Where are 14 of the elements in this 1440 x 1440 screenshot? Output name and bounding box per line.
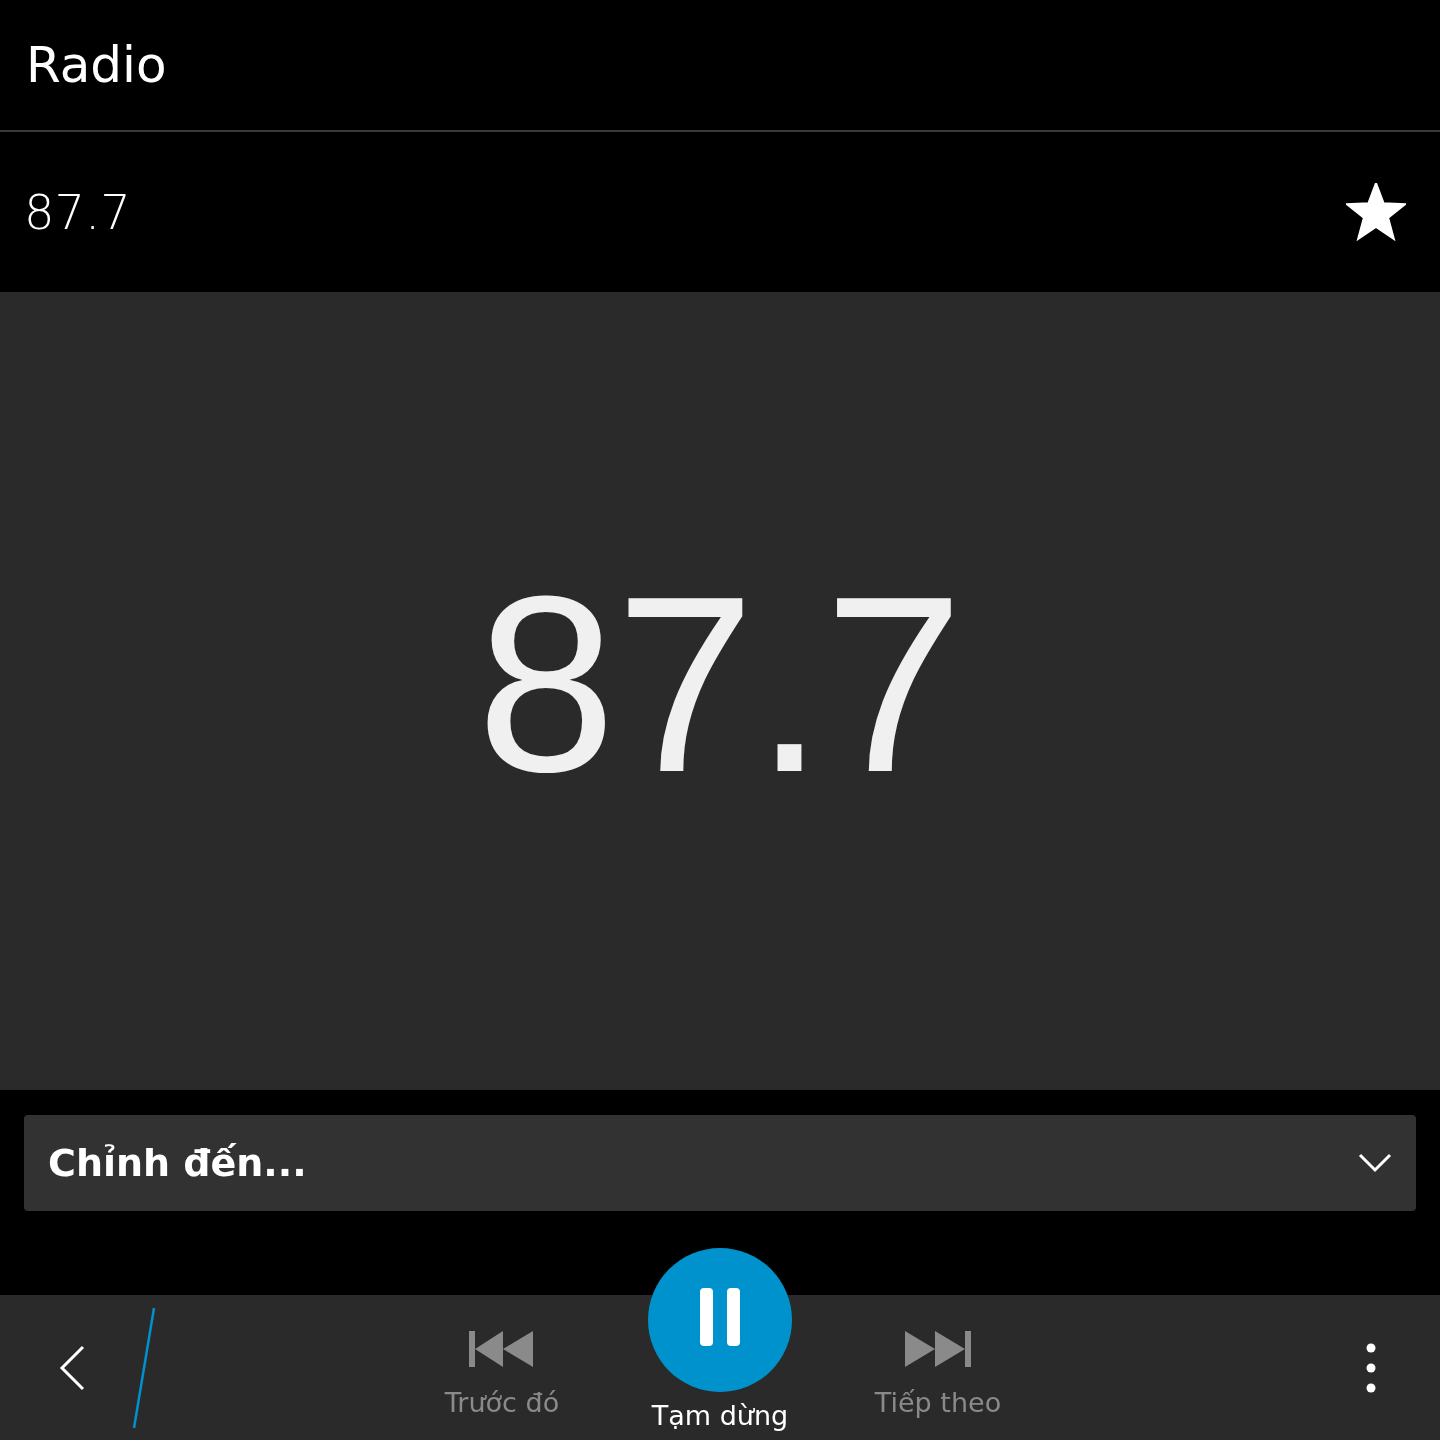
skip-forward-icon	[905, 1329, 971, 1369]
divider-slash-icon	[132, 1306, 156, 1429]
previous-button[interactable]: Trước đó	[430, 1295, 574, 1440]
more-options-icon[interactable]	[1366, 1342, 1376, 1393]
back-icon[interactable]	[58, 1343, 86, 1392]
app-title: Radio	[26, 34, 167, 96]
large-frequency: 87.7	[476, 560, 964, 810]
next-button[interactable]: Tiếp theo	[866, 1295, 1010, 1440]
skip-back-icon	[469, 1329, 535, 1369]
station-frequency: 87.7	[24, 183, 131, 242]
pause-button[interactable]: Tạm dừng	[648, 1248, 792, 1440]
tune-dropdown[interactable]: Chỉnh đến...	[24, 1115, 1416, 1211]
star-icon[interactable]	[1346, 183, 1406, 241]
chevron-down-icon	[1358, 1153, 1392, 1173]
